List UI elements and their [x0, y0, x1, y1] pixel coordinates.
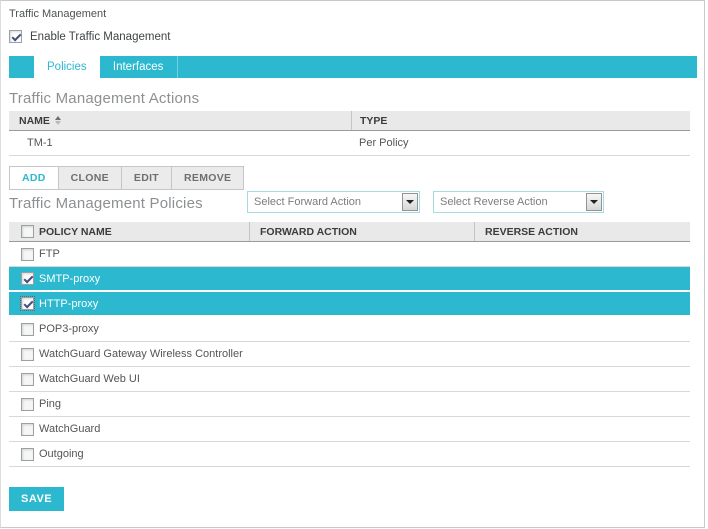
add-button[interactable]: ADD: [10, 167, 58, 189]
policy-row-wg-web-ui[interactable]: WatchGuard Web UI: [9, 367, 690, 392]
policy-forward-action: [249, 417, 474, 441]
traffic-management-page: Traffic Management Enable Traffic Manage…: [0, 0, 705, 528]
select-all-checkbox[interactable]: [21, 225, 34, 238]
clone-button[interactable]: CLONE: [58, 167, 121, 189]
policy-row-outgoing[interactable]: Outgoing: [9, 442, 690, 467]
enable-traffic-management-label: Enable Traffic Management: [30, 31, 170, 43]
select-all-cell: [9, 222, 39, 241]
forward-action-select[interactable]: Select Forward Action: [247, 191, 420, 213]
policies-header-reverse[interactable]: REVERSE ACTION: [474, 222, 690, 241]
row-checkbox[interactable]: [21, 348, 34, 361]
tab-bar-lead-spacer: [9, 56, 34, 78]
edit-button[interactable]: EDIT: [121, 167, 171, 189]
policy-forward-action: [249, 392, 474, 416]
policy-name: WatchGuard Gateway Wireless Controller: [39, 342, 249, 366]
policy-forward-action: [249, 242, 474, 266]
policy-reverse-action: [474, 417, 690, 441]
forward-action-select-value: Select Forward Action: [248, 196, 402, 208]
policy-reverse-action: [474, 242, 690, 266]
policy-reverse-action: [474, 392, 690, 416]
row-checkbox[interactable]: [21, 248, 34, 261]
policy-row-wg-gateway-wireless-controller[interactable]: WatchGuard Gateway Wireless Controller: [9, 342, 690, 367]
actions-header-type-label: TYPE: [360, 115, 387, 127]
policy-reverse-action: [474, 317, 690, 341]
chevron-down-icon: [590, 200, 598, 204]
actions-header-type[interactable]: TYPE: [351, 111, 690, 130]
policy-reverse-action: [474, 267, 690, 290]
policy-forward-action: [249, 267, 474, 290]
forward-action-dropdown-button[interactable]: [402, 193, 418, 211]
row-checkbox[interactable]: [21, 423, 34, 436]
policy-forward-action: [249, 342, 474, 366]
row-checkbox[interactable]: [21, 448, 34, 461]
policy-row-http-proxy[interactable]: HTTP-proxy: [9, 292, 690, 317]
actions-table-header: NAME TYPE: [9, 111, 690, 131]
actions-section-heading: Traffic Management Actions: [9, 90, 704, 107]
policy-name: WatchGuard Web UI: [39, 367, 249, 391]
actions-table-row[interactable]: TM-1 Per Policy: [9, 131, 690, 156]
save-button[interactable]: SAVE: [9, 487, 64, 511]
row-checkbox[interactable]: [21, 297, 34, 310]
policy-reverse-action: [474, 292, 690, 315]
policy-name: HTTP-proxy: [39, 292, 249, 315]
reverse-action-select-value: Select Reverse Action: [434, 196, 586, 208]
reverse-action-select[interactable]: Select Reverse Action: [433, 191, 604, 213]
row-checkbox[interactable]: [21, 272, 34, 285]
enable-traffic-management-row: Enable Traffic Management: [9, 30, 704, 43]
policy-row-pop3-proxy[interactable]: POP3-proxy: [9, 317, 690, 342]
policy-name: SMTP-proxy: [39, 267, 249, 290]
policies-header-reverse-label: REVERSE ACTION: [485, 226, 578, 238]
row-checkbox[interactable]: [21, 323, 34, 336]
actions-header-name[interactable]: NAME: [9, 115, 351, 127]
row-checkbox[interactable]: [21, 373, 34, 386]
policy-name: WatchGuard: [39, 417, 249, 441]
policy-name: FTP: [39, 242, 249, 266]
page-title: Traffic Management: [9, 8, 704, 20]
policy-name: POP3-proxy: [39, 317, 249, 341]
policies-header-name-label: POLICY NAME: [39, 226, 112, 238]
policy-forward-action: [249, 442, 474, 466]
policy-name: Outgoing: [39, 442, 249, 466]
tab-divider: [177, 56, 178, 78]
action-type-cell: Per Policy: [351, 131, 690, 155]
policies-section-heading: Traffic Management Policies: [9, 195, 203, 212]
remove-button[interactable]: REMOVE: [171, 167, 243, 189]
policy-forward-action: [249, 367, 474, 391]
policies-section-header-row: Traffic Management Policies Select Forwa…: [9, 191, 690, 215]
policy-reverse-action: [474, 342, 690, 366]
policy-row-smtp-proxy[interactable]: SMTP-proxy: [9, 267, 690, 292]
reverse-action-dropdown-button[interactable]: [586, 193, 602, 211]
enable-traffic-management-checkbox[interactable]: [9, 30, 22, 43]
policies-header-name[interactable]: POLICY NAME: [39, 222, 249, 241]
policies-table-header: POLICY NAME FORWARD ACTION REVERSE ACTIO…: [9, 222, 690, 242]
tab-interfaces[interactable]: Interfaces: [100, 56, 177, 78]
policy-row-ping[interactable]: Ping: [9, 392, 690, 417]
actions-header-name-label: NAME: [19, 115, 50, 127]
policy-forward-action: [249, 292, 474, 315]
policies-header-forward-label: FORWARD ACTION: [260, 226, 357, 238]
action-name-cell: TM-1: [9, 137, 351, 149]
actions-button-group: ADD CLONE EDIT REMOVE: [9, 166, 244, 190]
policies-header-forward[interactable]: FORWARD ACTION: [249, 222, 474, 241]
policy-row-ftp[interactable]: FTP: [9, 242, 690, 267]
policy-reverse-action: [474, 367, 690, 391]
policy-name: Ping: [39, 392, 249, 416]
policies-table: POLICY NAME FORWARD ACTION REVERSE ACTIO…: [9, 222, 690, 467]
actions-table: NAME TYPE TM-1 Per Policy: [9, 111, 690, 156]
row-checkbox[interactable]: [21, 398, 34, 411]
policy-row-watchguard[interactable]: WatchGuard: [9, 417, 690, 442]
chevron-down-icon: [406, 200, 414, 204]
sort-ascending-icon: [55, 116, 61, 125]
tab-policies[interactable]: Policies: [34, 56, 100, 82]
policy-reverse-action: [474, 442, 690, 466]
tab-bar: Policies Interfaces: [9, 56, 697, 78]
policy-forward-action: [249, 317, 474, 341]
